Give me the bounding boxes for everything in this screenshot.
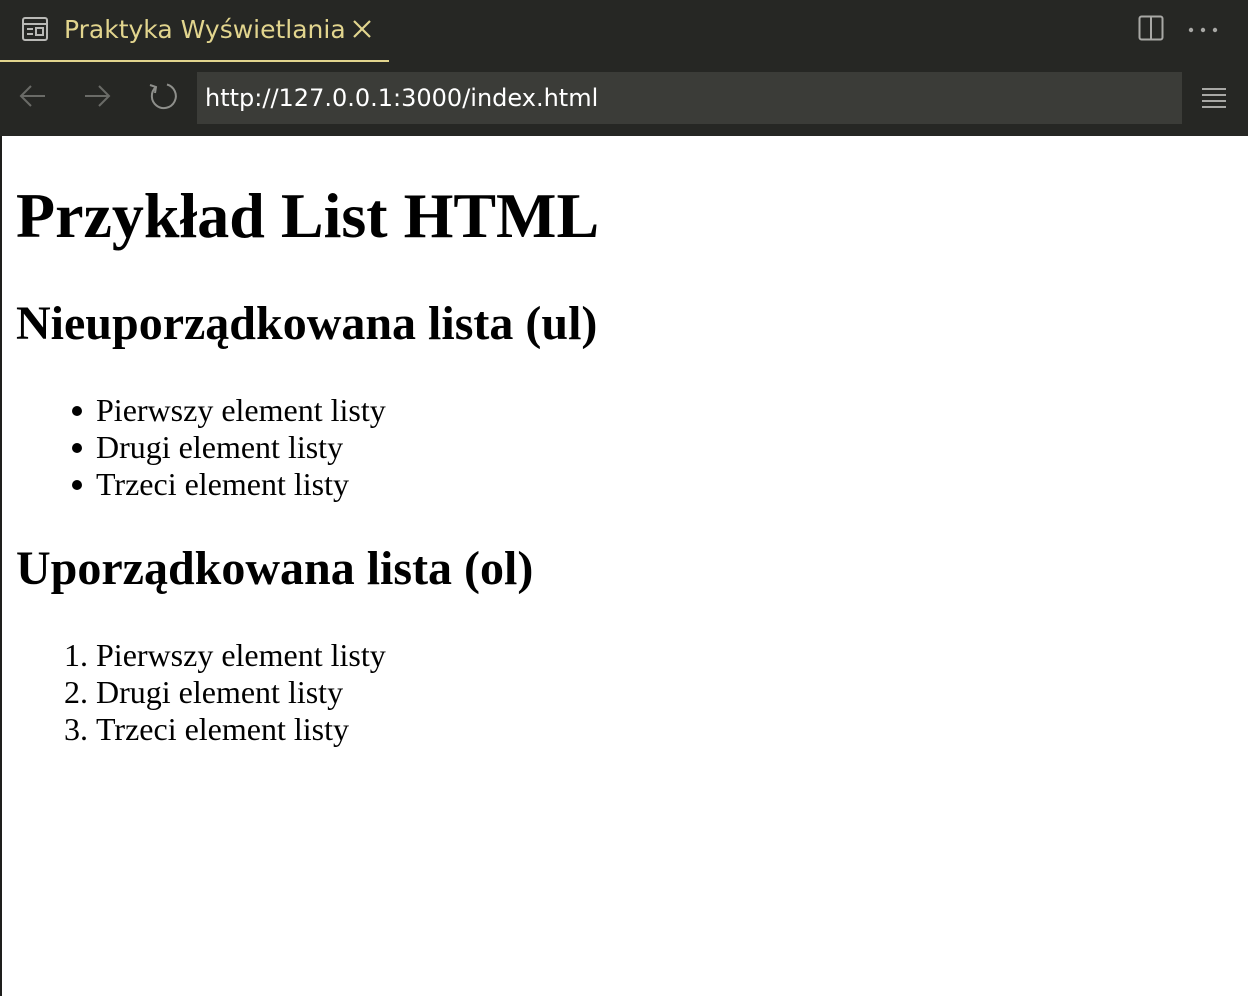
list-item-text: Pierwszy element listy	[96, 392, 386, 428]
url-input[interactable]	[197, 72, 1182, 124]
list-number: 2.	[64, 674, 88, 710]
browser-preview-window: Praktyka Wyświetlania http://127.0.0.1:3…	[0, 0, 1248, 996]
bullet-icon	[72, 443, 82, 453]
list-item: Pierwszy element listy	[16, 392, 386, 429]
tab-title: Praktyka Wyświetlania	[64, 15, 346, 44]
close-icon[interactable]	[350, 17, 374, 41]
list-item: Trzeci element listy	[16, 466, 386, 503]
menu-icon[interactable]	[1200, 84, 1228, 112]
list-item: 3. Trzeci element listy	[16, 711, 386, 748]
list-item: Drugi element listy	[16, 429, 386, 466]
forward-arrow-icon[interactable]	[81, 80, 113, 112]
more-actions-icon[interactable]	[1188, 26, 1218, 34]
list-item: 1. Pierwszy element listy	[16, 637, 386, 674]
ordered-list: 1. Pierwszy element listy 2. Drugi element…	[16, 637, 386, 748]
list-number: 1.	[64, 637, 88, 673]
list-item-text: Trzeci element listy	[96, 466, 349, 502]
page-viewport[interactable]: Przykład List HTML Nieuporządkowana list…	[2, 136, 1248, 996]
tab-bar: Praktyka Wyświetlania	[0, 0, 1248, 62]
list-item-text: Trzeci element listy	[96, 711, 349, 747]
list-item-text: Drugi element listy	[96, 429, 344, 465]
list-number: 3.	[64, 711, 88, 747]
tab-preview[interactable]: Praktyka Wyświetlania	[0, 0, 389, 62]
list-item-text: Drugi element listy	[96, 674, 344, 710]
bullet-icon	[72, 406, 82, 416]
page-title: Przykład List HTML	[16, 180, 600, 251]
list-item-text: Pierwszy element listy	[96, 637, 386, 673]
back-arrow-icon[interactable]	[17, 80, 49, 112]
preview-icon	[22, 17, 48, 41]
bullet-icon	[72, 480, 82, 490]
split-editor-icon[interactable]	[1138, 15, 1164, 41]
reload-icon[interactable]	[147, 80, 179, 112]
unordered-list-heading: Nieuporządkowana lista (ul)	[16, 297, 598, 350]
unordered-list: Pierwszy element listy Drugi element lis…	[16, 392, 386, 503]
navigation-bar	[0, 62, 1248, 136]
ordered-list-heading: Uporządkowana lista (ol)	[16, 542, 534, 595]
list-item: 2. Drugi element listy	[16, 674, 386, 711]
